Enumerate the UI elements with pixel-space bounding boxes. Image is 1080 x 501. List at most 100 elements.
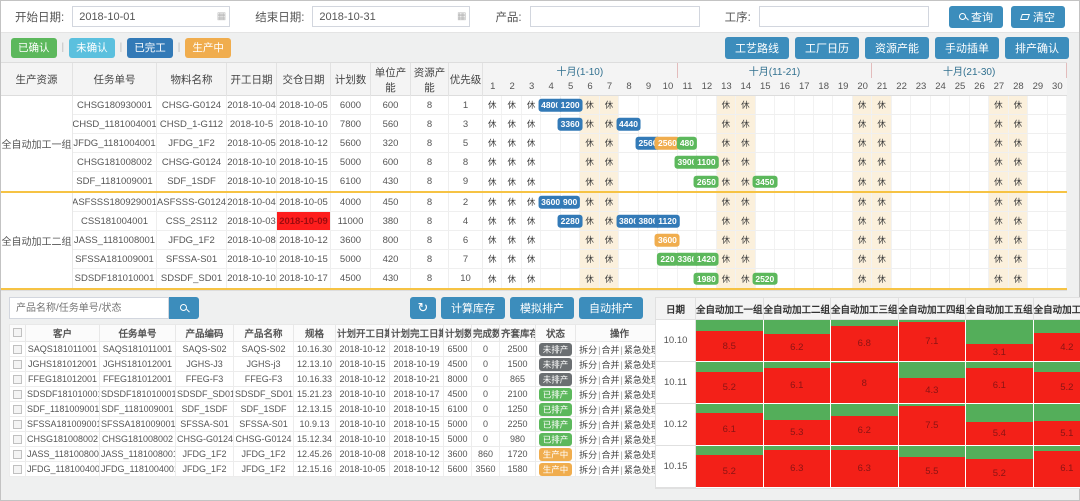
capacity-cell[interactable]: 5.2 [696, 446, 764, 488]
capacity-cell[interactable]: 3.1 [966, 320, 1034, 362]
gantt-bar[interactable]: 2520 [752, 272, 777, 285]
capacity-cell[interactable]: 5.3 [764, 404, 832, 446]
action-link-拆分[interactable]: 拆分 [579, 435, 597, 445]
refresh-button[interactable]: ↻ [410, 297, 436, 319]
action-link-合并[interactable]: 合并 [601, 435, 619, 445]
gantt-bar[interactable]: 1980 [694, 272, 719, 285]
toolbar-button-资源产能[interactable]: 资源产能 [865, 37, 929, 59]
capacity-cell[interactable]: 6.1 [764, 362, 832, 404]
capacity-cell[interactable]: 6.1 [696, 404, 764, 446]
toolbar-button-手动插单[interactable]: 手动插单 [935, 37, 999, 59]
capacity-cell[interactable]: 5.1 [1034, 404, 1080, 446]
action-link-合并[interactable]: 合并 [601, 420, 619, 430]
end-date-input[interactable] [312, 6, 470, 27]
gantt-bar[interactable]: 1100 [694, 156, 718, 169]
order-row[interactable]: SDSDF181010001SDSDF181010001SDSDF_SD01SD… [10, 387, 664, 402]
capacity-cell[interactable]: 7.1 [899, 320, 967, 362]
checkbox[interactable] [13, 345, 22, 354]
capacity-cell[interactable]: 4.3 [899, 362, 967, 404]
capacity-cell[interactable]: 5.5 [899, 446, 967, 488]
order-row[interactable]: SDF_1181009001SDF_1181009001SDF_1SDFSDF_… [10, 402, 664, 417]
gantt-bar[interactable]: 3600 [655, 234, 680, 247]
checkbox[interactable] [13, 465, 22, 474]
rest-day-label: 休 [858, 118, 867, 130]
toolbar-button-排产确认[interactable]: 排产确认 [1005, 37, 1069, 59]
gantt-bar[interactable]: 2280 [558, 215, 583, 228]
orders-button-模拟排产[interactable]: 模拟排产 [510, 297, 574, 319]
order-row[interactable]: JGHS181012001JGHS181012001JGHS-J3JGHS-j3… [10, 357, 664, 372]
checkbox[interactable] [13, 450, 22, 459]
gantt-bar[interactable]: 480 [677, 137, 697, 150]
action-link-拆分[interactable]: 拆分 [579, 360, 597, 370]
capacity-cell[interactable]: 5.2 [696, 362, 764, 404]
order-row[interactable]: CHSG181008002CHSG181008002CHSG-G0124CHSG… [10, 432, 664, 447]
checkbox[interactable] [13, 435, 22, 444]
toolbar-button-工艺路线[interactable]: 工艺路线 [725, 37, 789, 59]
status-badge: 已排产 [539, 433, 573, 446]
action-link-拆分[interactable]: 拆分 [579, 375, 597, 385]
material-cell: JFDG_1F2 [157, 231, 227, 249]
checkbox[interactable] [13, 360, 22, 369]
gantt-bar[interactable]: 2650 [694, 175, 719, 188]
capacity-cell[interactable]: 5.2 [1034, 362, 1080, 404]
action-link-拆分[interactable]: 拆分 [579, 405, 597, 415]
product-input[interactable] [530, 6, 700, 27]
action-link-合并[interactable]: 合并 [601, 390, 619, 400]
checkbox[interactable] [13, 405, 22, 414]
gantt-bar[interactable]: 1420 [694, 253, 719, 266]
capacity-cell[interactable]: 6.2 [831, 404, 899, 446]
clear-button[interactable]: 清空 [1011, 6, 1065, 28]
gantt-bar[interactable]: 900 [560, 196, 580, 209]
capacity-cell[interactable]: 6.1 [966, 362, 1034, 404]
capacity-cell[interactable]: 6.8 [831, 320, 899, 362]
orders-search-input[interactable] [9, 297, 169, 319]
search-button[interactable]: 查询 [949, 6, 1003, 28]
capacity-cell[interactable]: 5.2 [966, 446, 1034, 488]
gantt-bar[interactable]: 1200 [558, 99, 583, 112]
action-link-合并[interactable]: 合并 [601, 465, 619, 475]
process-input[interactable] [759, 6, 929, 27]
orders-button-计算库存[interactable]: 计算库存 [441, 297, 505, 319]
capacity-cell[interactable]: 6.1 [1034, 446, 1080, 488]
checkbox[interactable] [13, 420, 22, 429]
rest-day-cell: 休 [853, 250, 872, 268]
toolbar-button-工厂日历[interactable]: 工厂日历 [795, 37, 859, 59]
gantt-bar[interactable]: 3450 [752, 175, 777, 188]
capacity-cell[interactable]: 4.2 [1034, 320, 1080, 362]
orders-button-自动排产[interactable]: 自动排产 [579, 297, 643, 319]
capacity-cell[interactable]: 7.5 [899, 404, 967, 446]
gantt-bar[interactable]: 4440 [616, 118, 641, 131]
checkbox[interactable] [13, 375, 22, 384]
start-date-cell: 2018-10-05 [227, 134, 277, 152]
action-link-拆分[interactable]: 拆分 [579, 465, 597, 475]
order-row[interactable]: SFSSA181009001SFSSA181009001SFSSA-S01SFS… [10, 417, 664, 432]
gantt-bar[interactable]: 3360 [558, 118, 583, 131]
action-link-合并[interactable]: 合并 [601, 345, 619, 355]
action-link-拆分[interactable]: 拆分 [579, 450, 597, 460]
capacity-cell[interactable]: 6.3 [831, 446, 899, 488]
order-row[interactable]: JASS_1181008001JASS_1181008001JFDG_1F2JF… [10, 447, 664, 462]
order-row[interactable]: JFDG_1181004001JFDG_1181004001JFDG_1F2JF… [10, 462, 664, 477]
action-link-拆分[interactable]: 拆分 [579, 390, 597, 400]
gantt-bar[interactable]: 1120 [655, 215, 679, 228]
capacity-cell[interactable]: 5.4 [966, 404, 1034, 446]
action-link-合并[interactable]: 合并 [601, 360, 619, 370]
action-link-拆分[interactable]: 拆分 [579, 420, 597, 430]
checkbox[interactable] [13, 328, 22, 337]
gantt-cell [1028, 269, 1047, 288]
gantt-cell: 900 [561, 193, 580, 211]
action-link-合并[interactable]: 合并 [601, 405, 619, 415]
action-link-拆分[interactable]: 拆分 [579, 345, 597, 355]
order-row[interactable]: FFEG181012001FFEG181012001FFEG-F3FFEG-F3… [10, 372, 664, 387]
orders-search-button[interactable] [169, 297, 199, 319]
order-row[interactable]: SAQS181011001SAQS181011001SAQS-S02SAQS-S… [10, 342, 664, 357]
capacity-cell[interactable]: 6.3 [764, 446, 832, 488]
start-date-input[interactable] [72, 6, 230, 27]
action-link-合并[interactable]: 合并 [601, 450, 619, 460]
capacity-cell[interactable]: 6.2 [764, 320, 832, 362]
capacity-cell[interactable]: 8 [831, 362, 899, 404]
capacity-cell[interactable]: 8.5 [696, 320, 764, 362]
action-link-合并[interactable]: 合并 [601, 375, 619, 385]
checkbox[interactable] [13, 390, 22, 399]
rest-day-label: 休 [858, 234, 867, 246]
